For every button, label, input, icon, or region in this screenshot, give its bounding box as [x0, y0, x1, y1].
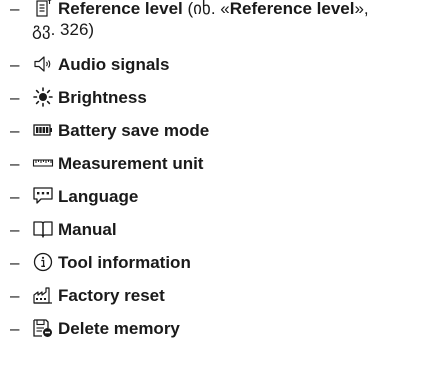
item-label: Factory reset [58, 286, 165, 305]
speech-bubble-icon [32, 186, 54, 206]
list-item-measurement-unit: – Measurement unit [10, 153, 438, 174]
list-item-brightness: – Brightness [10, 87, 438, 108]
list-item-factory-reset: – Factory reset [10, 285, 438, 306]
book-icon [32, 219, 54, 239]
info-icon [32, 252, 54, 272]
item-label: Audio signals [58, 55, 170, 74]
item-label: Brightness [58, 88, 147, 107]
list-item-manual: – Manual [10, 219, 438, 240]
list-item-audio-signals: – Audio signals [10, 54, 438, 75]
list-dash: – [10, 154, 20, 173]
list-dash: – [10, 187, 20, 206]
list-dash: – [10, 286, 20, 305]
delete-memory-icon [32, 318, 54, 338]
list-item-language: – Language [10, 186, 438, 207]
reference-level-icon [32, 0, 54, 18]
item-label: Reference level [58, 0, 183, 18]
ruler-icon [32, 153, 54, 173]
list-item-battery-save-mode: – Battery save mode [10, 120, 438, 141]
item-label: Battery save mode [58, 121, 210, 140]
item-label: Measurement unit [58, 154, 204, 173]
item-label: Tool information [58, 253, 191, 272]
factory-icon [32, 285, 54, 305]
list-item-tool-information: – Tool information [10, 252, 438, 273]
speaker-icon [32, 54, 54, 74]
list-item-reference-level: – Reference level (იხ. «Reference level»… [10, 0, 438, 40]
list-dash: – [10, 319, 20, 338]
sun-icon [32, 87, 54, 107]
list-dash: – [10, 55, 20, 74]
list-dash: – [10, 88, 20, 107]
item-label: Language [58, 187, 139, 206]
list-dash: – [10, 0, 20, 18]
battery-icon [32, 120, 54, 140]
manual-page: – Reference level (იხ. «Reference level»… [0, 0, 438, 372]
list-dash: – [10, 253, 20, 272]
item-label: Delete memory [58, 319, 180, 338]
item-note: (იხ. «Reference level», [182, 0, 369, 18]
list-dash: – [10, 121, 20, 140]
item-label: Manual [58, 220, 117, 239]
settings-menu-list: – Reference level (იხ. «Reference level»… [10, 0, 438, 351]
item-note-page: გვ. 326) [32, 20, 95, 39]
list-dash: – [10, 220, 20, 239]
list-item-delete-memory: – Delete memory [10, 318, 438, 339]
